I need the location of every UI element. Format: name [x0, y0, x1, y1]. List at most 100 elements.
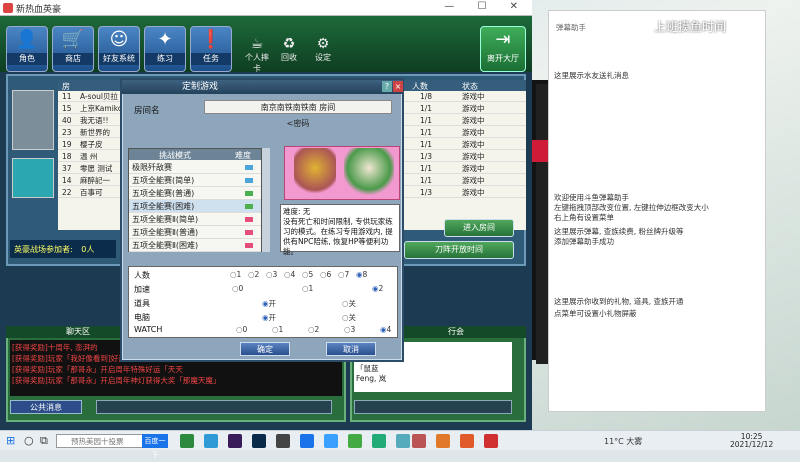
friends-label: 好友系统 — [99, 53, 139, 65]
game-icon[interactable] — [412, 434, 426, 448]
app-icon[interactable] — [484, 434, 498, 448]
app-icon[interactable] — [396, 434, 410, 448]
taskbar-clock[interactable]: 10:25 2021/12/12 — [730, 433, 773, 449]
mode-item[interactable]: 五项全能赛(简单) — [129, 174, 261, 187]
personal-card-button[interactable]: ☕ 个人摔卡 — [244, 36, 270, 73]
coffee-icon: ☕ — [250, 36, 264, 52]
items-option-label: 关 — [348, 299, 357, 308]
mode-item[interactable]: 五项全能赛(困难) — [129, 200, 261, 213]
cpu-option[interactable]: ◉开 — [262, 312, 276, 323]
chat-input[interactable] — [96, 400, 332, 414]
windows-start-icon[interactable]: ⊞ — [6, 434, 15, 447]
edge-icon[interactable] — [300, 434, 314, 448]
mode-label: 极限歼敌赛 — [132, 163, 172, 172]
list-item[interactable]: 「鼠蓝 — [356, 364, 510, 374]
items-option[interactable]: ○关 — [342, 298, 356, 309]
mode-scrollbar[interactable] — [262, 148, 270, 252]
room-no: 11 — [62, 92, 72, 101]
people-option[interactable]: ○6 — [320, 270, 331, 279]
app-icon[interactable] — [324, 434, 338, 448]
qq-icon[interactable] — [276, 434, 290, 448]
room-status: 游戏中 — [462, 104, 485, 113]
speed-option[interactable]: ○1 — [302, 284, 313, 293]
room-status: 游戏中 — [462, 164, 485, 173]
taskbar: ⊞ ○ ⧉ 预热美园十投票 百度一下 11°C 大雾 10:25 2021/12… — [0, 430, 800, 459]
watch-option-label: 4 — [386, 325, 392, 334]
weather-widget[interactable]: 11°C 大雾 — [604, 436, 642, 447]
guild-input[interactable] — [354, 400, 512, 414]
room-name-input[interactable]: 南京南铁南铁南 房间 — [204, 100, 392, 114]
confirm-button[interactable]: 确定 — [240, 342, 290, 356]
watch-option[interactable]: ○0 — [236, 325, 247, 334]
watch-option[interactable]: ○3 — [344, 325, 355, 334]
mode-label: 五项全能赛(困难) — [132, 202, 195, 211]
character-button[interactable]: 👤 角色 — [6, 26, 48, 72]
practice-icon: ✦ — [157, 29, 173, 50]
mode-item[interactable]: 五项全能赛Ⅱ(简单) — [129, 213, 261, 226]
app-icon[interactable] — [204, 434, 218, 448]
mode-item[interactable]: 五项全能赛(普通) — [129, 187, 261, 200]
people-option[interactable]: ○5 — [302, 270, 313, 279]
people-option[interactable]: ○3 — [266, 270, 277, 279]
people-option-label: 3 — [272, 270, 278, 279]
help-icon[interactable]: ? — [382, 81, 392, 92]
cpu-option[interactable]: ○关 — [342, 312, 356, 323]
room-name: 上京Kamiko — [80, 104, 123, 113]
cancel-button[interactable]: 取消 — [326, 342, 376, 356]
cpu-option-label: 开 — [268, 313, 277, 322]
settings-button[interactable]: ⚙ 设定 — [310, 36, 336, 72]
people-option[interactable]: ◉8 — [356, 270, 367, 279]
mode-label: 五项全能赛Ⅱ(普通) — [132, 228, 199, 237]
watch-option[interactable]: ◉4 — [380, 325, 391, 334]
mode-item[interactable]: 五项全能赛Ⅱ(困难) — [129, 239, 261, 252]
password-field[interactable]: <密码 — [204, 117, 392, 131]
exit-lobby-button[interactable]: ⇥ 离开大厅 — [480, 26, 526, 72]
overlay-caption: 上班摸鱼时间 — [654, 20, 727, 34]
room-players: 1/1 — [420, 116, 433, 125]
room-name: 新世界的 — [80, 128, 110, 137]
room-name: 百事可 — [80, 188, 103, 197]
baidu-search-button[interactable]: 百度一下 — [142, 434, 168, 459]
task-icon: ❗ — [199, 29, 223, 50]
shop-button[interactable]: 🛒 商店 — [52, 26, 94, 72]
app-icon[interactable] — [460, 434, 474, 448]
window-controls[interactable]: — ☐ ✕ — [444, 1, 528, 12]
wechat-icon[interactable] — [372, 434, 386, 448]
public-message-selector[interactable]: 公共消息 — [10, 400, 82, 414]
photoshop-icon[interactable] — [252, 434, 266, 448]
people-option[interactable]: ○4 — [284, 270, 295, 279]
enter-room-button[interactable]: 进入房间 — [444, 219, 514, 237]
speed-option[interactable]: ◉2 — [372, 284, 383, 293]
quick-match-button[interactable]: 刀阵开放时间 — [404, 241, 514, 259]
speed-option[interactable]: ○0 — [232, 284, 243, 293]
window-titlebar[interactable]: 新热血英豪 — ☐ ✕ — [0, 0, 532, 16]
app-icon[interactable] — [436, 434, 450, 448]
header-players: 人数 — [412, 82, 428, 91]
people-option-label: 4 — [290, 270, 296, 279]
recycle-icon: ♻ — [282, 36, 296, 52]
people-option[interactable]: ○7 — [338, 270, 349, 279]
search-icon[interactable]: ○ — [24, 434, 34, 447]
task-button[interactable]: ❗ 任务 — [190, 26, 232, 72]
app-icon[interactable] — [180, 434, 194, 448]
watch-option[interactable]: ○1 — [272, 325, 283, 334]
helper-line: 右上角有设置菜单 — [554, 213, 614, 222]
main-toolbar: 👤 角色 🛒 商店 ☺ 好友系统 ✦ 练习 ❗ 任务 ☕ 个人摔卡 ♻ 回收 ⚙… — [0, 16, 532, 73]
items-option[interactable]: ◉开 — [262, 298, 276, 309]
mode-item[interactable]: 五项全能赛Ⅱ(普通) — [129, 226, 261, 239]
watch-option[interactable]: ○2 — [308, 325, 319, 334]
list-item[interactable]: Feng, 岚 — [356, 374, 510, 384]
people-option[interactable]: ○2 — [248, 270, 259, 279]
people-option[interactable]: ○1 — [230, 270, 241, 279]
character-portrait-elder — [344, 148, 394, 198]
task-view-icon[interactable]: ⧉ — [40, 434, 48, 448]
friends-button[interactable]: ☺ 好友系统 — [98, 26, 140, 72]
room-name: 麻醉記一 — [80, 176, 110, 185]
app-icon[interactable] — [348, 434, 362, 448]
premiere-icon[interactable] — [228, 434, 242, 448]
close-icon[interactable]: × — [393, 81, 403, 92]
room-no: 14 — [62, 176, 72, 185]
practice-button[interactable]: ✦ 练习 — [144, 26, 186, 72]
mode-item[interactable]: 极限歼敌赛 — [129, 161, 261, 174]
recycle-button[interactable]: ♻ 回收 — [276, 36, 302, 72]
